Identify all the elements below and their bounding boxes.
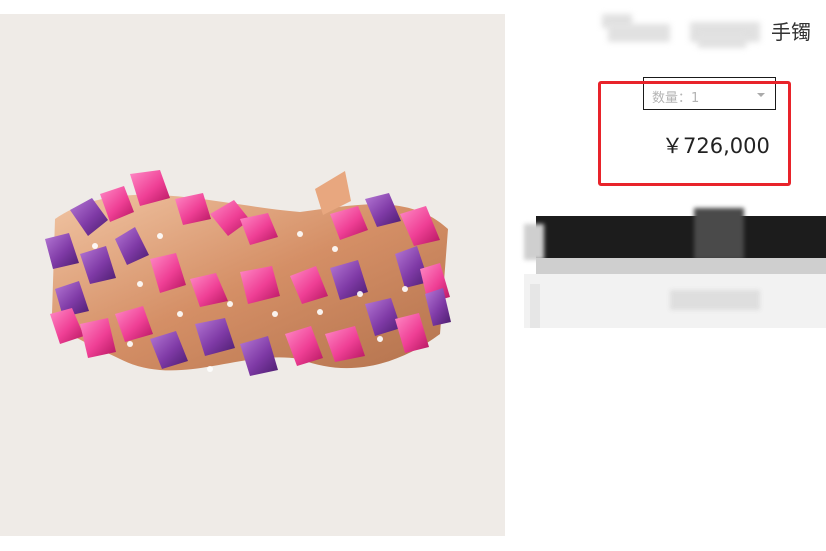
product-image	[0, 14, 505, 536]
highlight-box	[598, 81, 791, 186]
product-title-row: 手镯	[598, 14, 826, 48]
product-title: 手镯	[771, 20, 811, 44]
bracelet-image	[45, 170, 451, 376]
add-to-cart-button[interactable]	[524, 200, 826, 328]
